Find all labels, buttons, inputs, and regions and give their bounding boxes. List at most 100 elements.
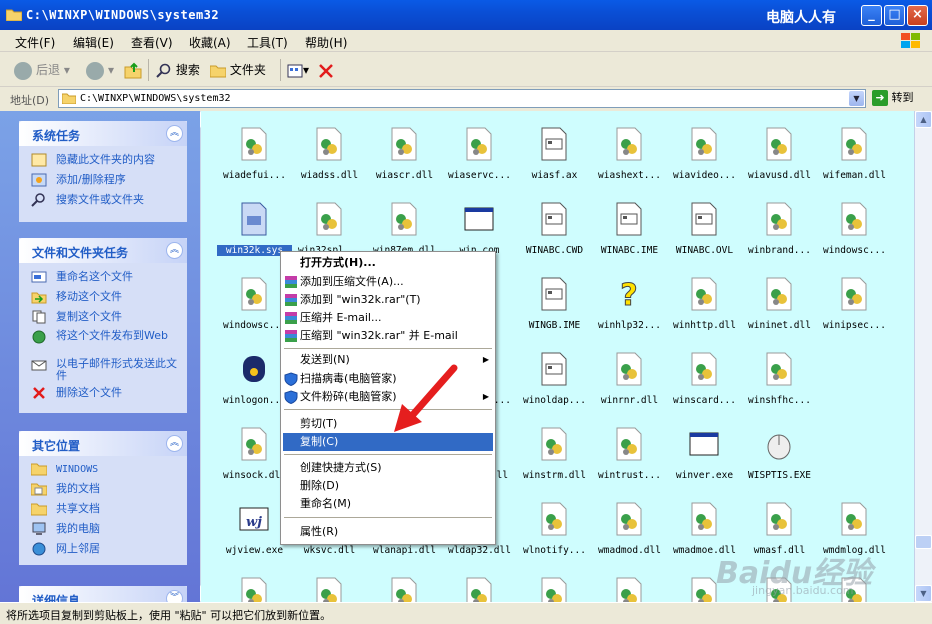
- file-item[interactable]: [367, 569, 442, 602]
- file-item[interactable]: wininet.dll: [742, 269, 817, 341]
- file-item[interactable]: winhttp.dll: [667, 269, 742, 341]
- file-item[interactable]: wiadss.dll: [292, 119, 367, 191]
- address-input[interactable]: C:\WINXP\WINDOWS\system32 ▼: [58, 89, 866, 108]
- menu-favorites[interactable]: 收藏(A): [189, 34, 231, 51]
- file-item[interactable]: winstrm.dll: [517, 419, 592, 491]
- file-item[interactable]: wiaservc...: [442, 119, 517, 191]
- file-name: wjview.exe: [225, 545, 284, 556]
- task-add-remove-programs[interactable]: 添加/删除程序: [19, 171, 187, 191]
- go-button[interactable]: ➜ 转到: [872, 89, 914, 109]
- details-panel: 详细信息 ︾: [19, 586, 187, 602]
- place-windows[interactable]: WINDOWS: [19, 460, 187, 480]
- scroll-up-button[interactable]: ▲: [915, 111, 932, 128]
- file-item[interactable]: wiavideo...: [667, 119, 742, 191]
- file-item[interactable]: winbrand...: [742, 194, 817, 266]
- task-publish-web[interactable]: 将这个文件发布到Web: [19, 328, 187, 356]
- file-name: WINABC.IME: [600, 245, 659, 256]
- menu-add-to-archive[interactable]: 添加到压缩文件(A)...: [283, 273, 493, 291]
- file-item[interactable]: WISPTIS.EXE: [742, 419, 817, 491]
- status-bar: 将所选项目复制到剪贴板上，使用 "粘贴" 可以把它们放到新位置。: [0, 602, 932, 624]
- menu-tools[interactable]: 工具(T): [247, 34, 288, 51]
- file-item[interactable]: wlnotify...: [517, 494, 592, 566]
- file-item[interactable]: WINABC.IME: [592, 194, 667, 266]
- file-item[interactable]: wmadmod.dll: [592, 494, 667, 566]
- back-button[interactable]: 后退 ▾: [14, 61, 70, 81]
- file-item[interactable]: [592, 569, 667, 602]
- file-item[interactable]: WINABC.CWD: [517, 194, 592, 266]
- file-dll-icon: [689, 352, 719, 386]
- menu-file[interactable]: 文件(F): [15, 34, 55, 51]
- file-item[interactable]: wiashext...: [592, 119, 667, 191]
- place-my-documents[interactable]: 我的文档: [19, 480, 187, 500]
- file-item[interactable]: [442, 569, 517, 602]
- delete-button[interactable]: [318, 61, 334, 81]
- menu-rename[interactable]: 重命名(M): [283, 495, 493, 513]
- file-name: winhttp.dll: [673, 320, 736, 331]
- system-tasks-header[interactable]: 系统任务 ︽: [19, 121, 187, 146]
- place-my-computer[interactable]: 我的电脑: [19, 520, 187, 540]
- expand-icon[interactable]: ︾: [166, 590, 183, 602]
- folders-button[interactable]: 文件夹: [209, 61, 266, 81]
- address-dropdown-button[interactable]: ▼: [849, 91, 864, 106]
- place-network[interactable]: 网上邻居: [19, 540, 187, 560]
- collapse-icon[interactable]: ︽: [166, 125, 183, 142]
- scroll-thumb[interactable]: [915, 535, 932, 549]
- menu-add-to-rar[interactable]: 添加到 "win32k.rar"(T): [283, 291, 493, 309]
- file-item[interactable]: winipsec...: [817, 269, 892, 341]
- task-move-file[interactable]: 移动这个文件: [19, 288, 187, 308]
- file-item[interactable]: windowsc...: [817, 194, 892, 266]
- menu-properties[interactable]: 属性(R): [283, 523, 493, 541]
- collapse-icon[interactable]: ︽: [166, 242, 183, 259]
- collapse-icon[interactable]: ︽: [166, 435, 183, 452]
- details-header[interactable]: 详细信息 ︾: [19, 586, 187, 602]
- file-item[interactable]: wiavusd.dll: [742, 119, 817, 191]
- title-bar[interactable]: C:\WINXP\WINDOWS\system32 电脑人人有 _ □ ×: [0, 0, 932, 30]
- menu-compress-email[interactable]: 压缩并 E-mail...: [283, 309, 493, 327]
- task-email-file[interactable]: 以电子邮件形式发送此文件: [19, 356, 187, 384]
- menu-create-shortcut[interactable]: 创建快捷方式(S): [283, 459, 493, 477]
- task-rename-file[interactable]: 重命名这个文件: [19, 268, 187, 288]
- menu-delete[interactable]: 删除(D): [283, 477, 493, 495]
- place-shared-documents[interactable]: 共享文档: [19, 500, 187, 520]
- file-item[interactable]: wifeman.dll: [817, 119, 892, 191]
- scroll-down-button[interactable]: ▼: [915, 585, 932, 602]
- file-list-scrollbar[interactable]: ▲ ▼: [914, 111, 932, 602]
- menu-edit[interactable]: 编辑(E): [73, 34, 114, 51]
- file-item[interactable]: wintrust...: [592, 419, 667, 491]
- file-item[interactable]: winscard...: [667, 344, 742, 416]
- task-pane: 系统任务 ︽ 隐藏此文件夹的内容 添加/删除程序 搜索文件或文件夹 文件和文件夹任…: [0, 111, 200, 602]
- file-item[interactable]: WINGB.IME: [517, 269, 592, 341]
- menu-view[interactable]: 查看(V): [131, 34, 173, 51]
- menu-compress-rar-email[interactable]: 压缩到 "win32k.rar" 并 E-mail: [283, 327, 493, 345]
- task-hide-folder-contents[interactable]: 隐藏此文件夹的内容: [19, 151, 187, 171]
- maximize-button[interactable]: □: [884, 5, 905, 26]
- file-item[interactable]: ? winhlp32...: [592, 269, 667, 341]
- other-places-header[interactable]: 其它位置 ︽: [19, 431, 187, 456]
- file-item[interactable]: wiadefui...: [217, 119, 292, 191]
- views-button[interactable]: ▾: [287, 61, 309, 81]
- task-search-files[interactable]: 搜索文件或文件夹: [19, 191, 187, 211]
- file-item[interactable]: winver.exe: [667, 419, 742, 491]
- forward-button[interactable]: ▾: [86, 61, 114, 81]
- file-item[interactable]: [217, 569, 292, 602]
- computer-icon: [32, 522, 46, 535]
- minimize-button[interactable]: _: [861, 5, 882, 26]
- file-item[interactable]: winrnr.dll: [592, 344, 667, 416]
- file-item[interactable]: [292, 569, 367, 602]
- file-item[interactable]: wiasf.ax: [517, 119, 592, 191]
- task-delete-file[interactable]: 删除这个文件: [19, 384, 187, 404]
- file-item[interactable]: winoldap...: [517, 344, 592, 416]
- search-button[interactable]: 搜索: [156, 61, 200, 81]
- up-folder-button[interactable]: [124, 61, 142, 81]
- brand-watermark: 电脑人人有: [766, 10, 836, 26]
- task-copy-file[interactable]: 复制这个文件: [19, 308, 187, 328]
- file-folder-tasks-header[interactable]: 文件和文件夹任务 ︽: [19, 238, 187, 263]
- close-button[interactable]: ×: [907, 5, 928, 26]
- file-item[interactable]: wiascr.dll: [367, 119, 442, 191]
- menu-help[interactable]: 帮助(H): [305, 34, 347, 51]
- file-item[interactable]: WINABC.OVL: [667, 194, 742, 266]
- menu-open-with[interactable]: 打开方式(H)...: [283, 254, 493, 272]
- file-item[interactable]: [517, 569, 592, 602]
- file-item[interactable]: winshfhc...: [742, 344, 817, 416]
- search-icon: [31, 193, 45, 207]
